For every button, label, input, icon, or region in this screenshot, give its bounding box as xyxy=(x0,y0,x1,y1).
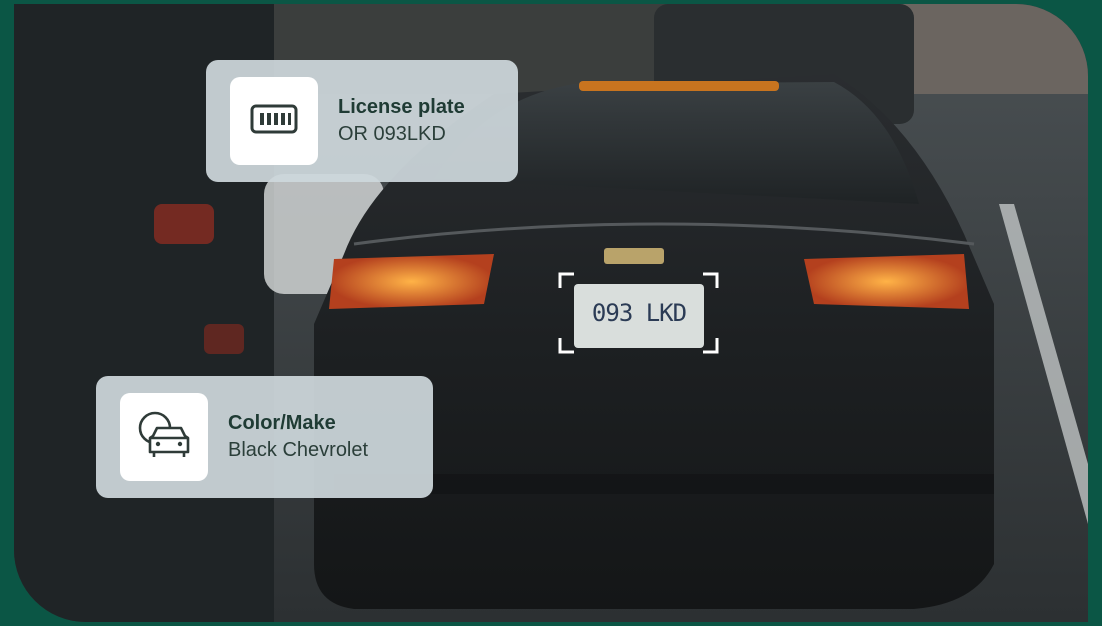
stage: 093 LKD License plate OR 093LKD Color/Ma… xyxy=(0,0,1102,626)
car-illustration xyxy=(14,4,1088,622)
license-plate-card: License plate OR 093LKD xyxy=(206,60,518,182)
color-make-title: Color/Make xyxy=(228,412,336,434)
license-plate-title: License plate xyxy=(338,96,465,118)
car-color-icon xyxy=(137,410,191,465)
license-plate-value: OR 093LKD xyxy=(338,123,446,145)
car-photo: 093 LKD xyxy=(14,4,1088,622)
plate-text: 093 LKD xyxy=(591,299,687,327)
license-plate-icon xyxy=(250,104,298,139)
license-plate-icon-box xyxy=(230,77,318,165)
car-color-icon-box xyxy=(120,393,208,481)
color-make-value: Black Chevrolet xyxy=(228,439,369,461)
color-make-card: Color/Make Black Chevrolet xyxy=(96,376,433,498)
